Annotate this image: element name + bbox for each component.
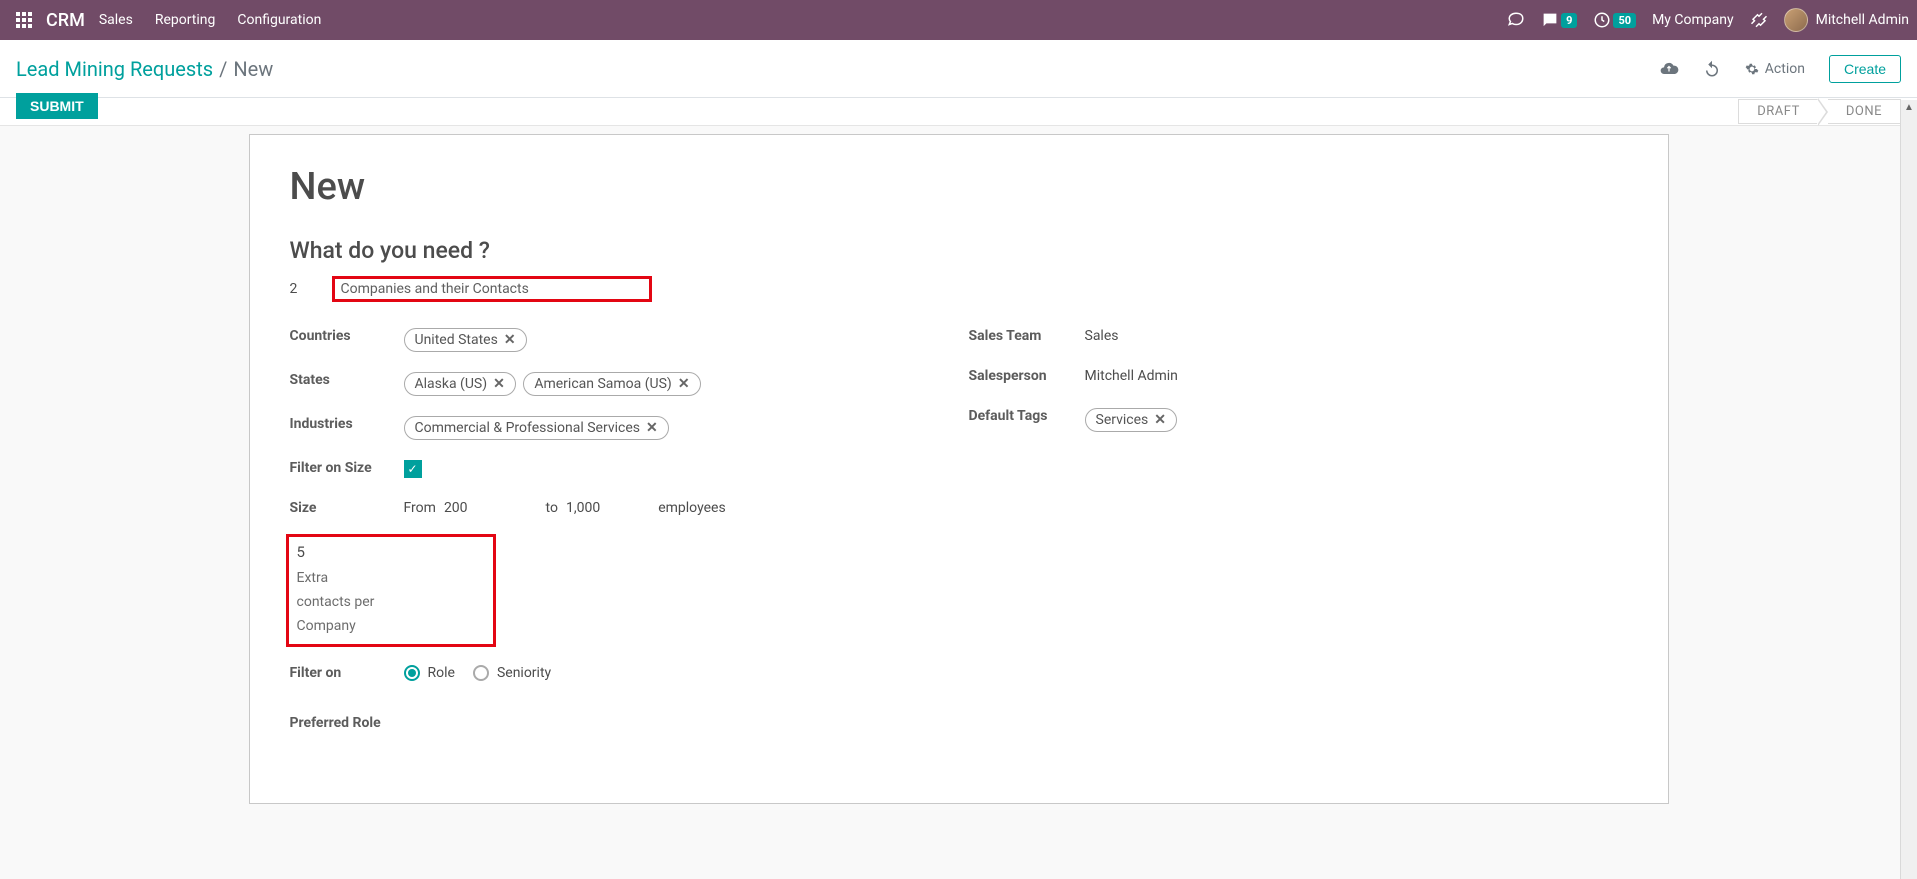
extra-contacts-block: 5 Extra contacts per Company [286,534,496,647]
remove-tag-icon[interactable]: ✕ [493,376,505,392]
breadcrumb-parent[interactable]: Lead Mining Requests [16,57,213,81]
statusbar: SUBMIT DRAFT DONE [0,98,1917,126]
label-salesperson: Salesperson [969,362,1085,384]
label-from: From [404,500,436,516]
remove-tag-icon[interactable]: ✕ [504,332,516,348]
section-heading: What do you need ? [290,237,1628,264]
activities-icon[interactable]: 50 [1593,11,1636,29]
tag-industry[interactable]: Commercial & Professional Services ✕ [404,416,669,440]
breadcrumb-current: New [233,57,273,81]
extra-label-3: Company [297,615,485,639]
label-states: States [290,366,404,388]
activities-badge: 50 [1613,13,1636,28]
size-from-input[interactable]: 200 [444,500,468,516]
radio-seniority-label[interactable]: Seniority [497,665,551,681]
stage-done[interactable]: DONE [1828,99,1901,124]
radio-role[interactable] [404,665,420,681]
nav-item-configuration[interactable]: Configuration [237,12,321,28]
avatar [1784,8,1808,32]
remove-tag-icon[interactable]: ✕ [646,420,658,436]
radio-role-label[interactable]: Role [428,665,455,681]
voip-icon[interactable] [1507,11,1525,29]
extra-contacts-input[interactable]: 5 [297,543,485,561]
nav-item-sales[interactable]: Sales [99,12,133,28]
nav-item-reporting[interactable]: Reporting [155,12,216,28]
form-sheet: New What do you need ? 2 Companies and t… [249,134,1669,804]
app-brand[interactable]: CRM [46,10,85,31]
extra-label-2: contacts per [297,591,485,615]
stage-draft[interactable]: DRAFT [1738,99,1818,124]
leads-quantity-input[interactable]: 2 [290,281,322,297]
messages-badge: 9 [1561,13,1577,28]
industries-field[interactable]: Commercial & Professional Services ✕ [404,410,949,442]
label-preferred-role: Preferred Role [290,709,420,731]
countries-field[interactable]: United States ✕ [404,322,949,354]
stage-sep-icon [1818,98,1828,126]
breadcrumb: Lead Mining Requests / New [16,57,273,81]
label-industries: Industries [290,410,404,432]
messages-icon[interactable]: 9 [1541,11,1577,29]
label-employees: employees [658,500,725,516]
states-field[interactable]: Alaska (US) ✕ American Samoa (US) ✕ [404,366,949,398]
tag-country[interactable]: United States ✕ [404,328,527,352]
label-to: to [546,500,558,516]
scrollbar[interactable]: ▲ [1900,100,1917,879]
nav-menu: Sales Reporting Configuration [99,12,322,28]
gear-icon [1745,62,1759,76]
label-filter-size: Filter on Size [290,454,404,476]
action-label: Action [1765,61,1805,77]
user-name: Mitchell Admin [1816,12,1909,28]
size-to-input[interactable]: 1,000 [566,500,600,516]
label-countries: Countries [290,322,404,344]
tag-state[interactable]: Alaska (US) ✕ [404,372,516,396]
controlbar: Lead Mining Requests / New Action Create [0,40,1917,98]
user-menu[interactable]: Mitchell Admin [1784,8,1909,32]
filter-size-checkbox[interactable]: ✓ [404,460,422,478]
salesperson-field[interactable]: Mitchell Admin [1085,362,1628,384]
page-title: New [290,165,1628,209]
tag-default[interactable]: Services ✕ [1085,408,1178,432]
sales-team-field[interactable]: Sales [1085,322,1628,344]
discard-icon[interactable] [1703,60,1721,78]
label-default-tags: Default Tags [969,402,1085,424]
action-button[interactable]: Action [1745,61,1805,77]
apps-icon[interactable] [8,4,40,36]
breadcrumb-sep: / [219,57,227,81]
tag-state[interactable]: American Samoa (US) ✕ [523,372,700,396]
label-filter-on: Filter on [290,659,404,681]
status-stages: DRAFT DONE [1738,98,1901,126]
submit-button[interactable]: SUBMIT [16,93,98,119]
create-button[interactable]: Create [1829,55,1901,83]
cloud-upload-icon[interactable] [1659,59,1679,79]
extra-label-1: Extra [297,567,485,591]
debug-icon[interactable] [1750,11,1768,29]
remove-tag-icon[interactable]: ✕ [678,376,690,392]
remove-tag-icon[interactable]: ✕ [1154,412,1166,428]
radio-seniority[interactable] [473,665,489,681]
preferred-role-field[interactable] [420,709,949,715]
scroll-up-arrow-icon[interactable]: ▲ [1901,100,1917,113]
default-tags-field[interactable]: Services ✕ [1085,402,1628,434]
need-type-select[interactable]: Companies and their Contacts [341,281,529,297]
company-name[interactable]: My Company [1652,12,1734,28]
topbar-right: 9 50 My Company Mitchell Admin [1507,8,1909,32]
topbar: CRM Sales Reporting Configuration 9 50 M… [0,0,1917,40]
label-sales-team: Sales Team [969,322,1085,344]
label-size: Size [290,494,404,516]
